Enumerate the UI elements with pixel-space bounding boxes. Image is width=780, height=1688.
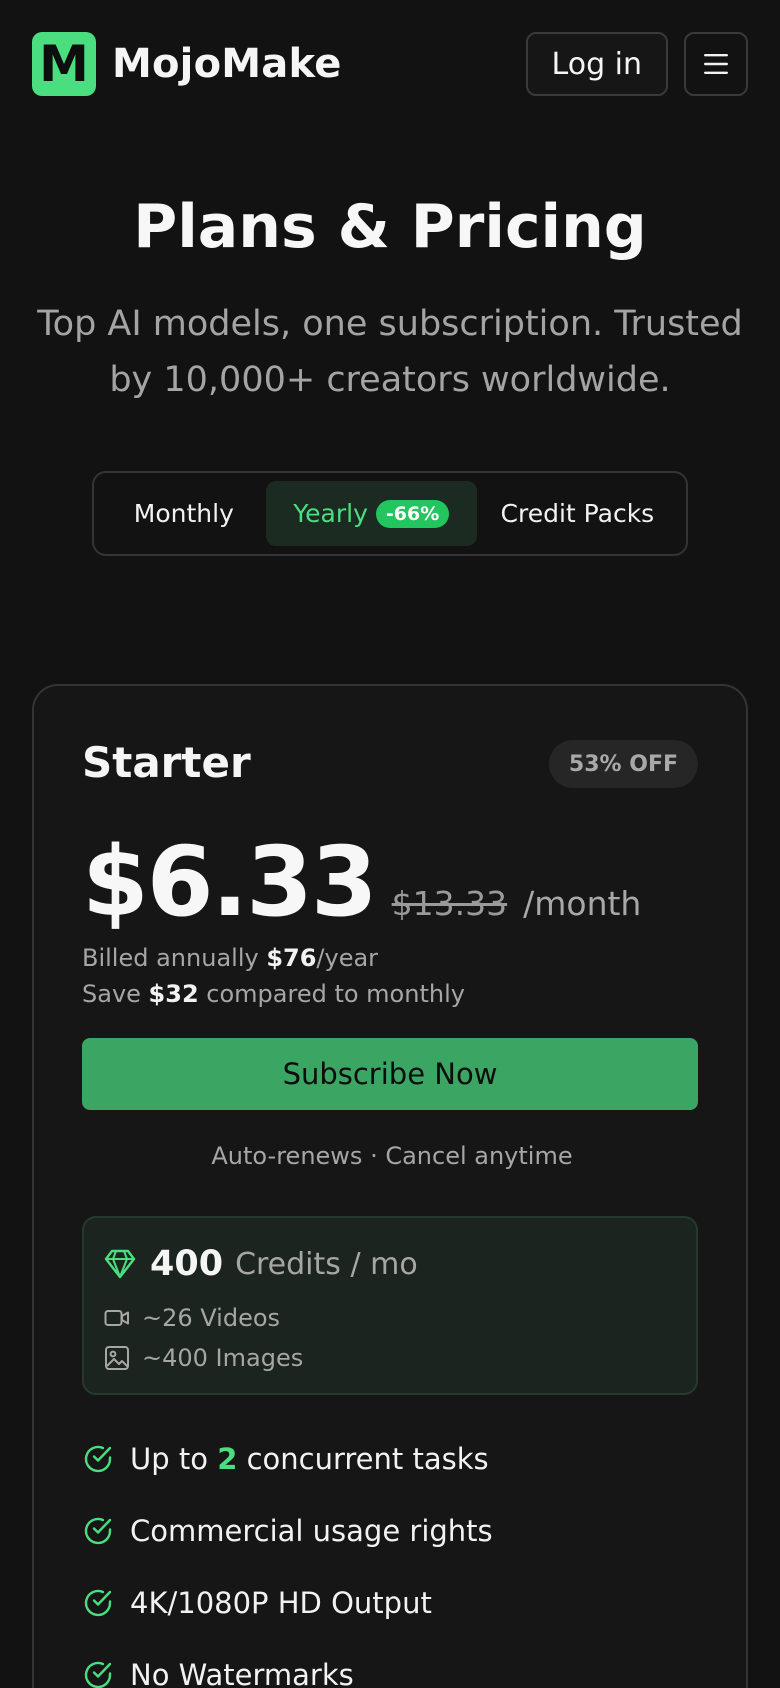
- billed-annually-line: Billed annually $76/year: [82, 940, 465, 976]
- savings-line: Save $32 compared to monthly: [82, 976, 465, 1012]
- discount-badge: 53% OFF: [548, 740, 698, 788]
- check-circle-icon: [84, 1445, 112, 1473]
- images-line: ~400 Images: [104, 1344, 303, 1372]
- credits-box: 400 Credits / mo ~26 Videos ~400 Images: [82, 1216, 698, 1395]
- toggle-yearly-label: Yearly: [293, 499, 368, 528]
- price: $6.33: [82, 826, 378, 938]
- login-button[interactable]: Log in: [525, 32, 668, 96]
- billed-suffix: /year: [316, 944, 379, 972]
- page-title: Plans & Pricing: [133, 192, 647, 262]
- feature-item: 4K/1080P HD Output: [82, 1586, 432, 1620]
- top-header: M MojoMake Log in: [32, 32, 748, 96]
- save-amount: $32: [148, 980, 199, 1008]
- feature-item: Commercial usage rights: [82, 1514, 493, 1548]
- billing-info: Billed annually $76/year Save $32 compar…: [82, 940, 465, 1012]
- credits-summary: 400 Credits / mo: [104, 1244, 418, 1284]
- plan-card-starter: Starter 53% OFF $6.33 $13.33 /month Bill…: [32, 684, 748, 1688]
- original-price: $13.33: [391, 884, 508, 923]
- price-row: $6.33 $13.33 /month: [82, 826, 641, 938]
- pricing-page: M MojoMake Log in Plans & Pricing Top AI…: [0, 0, 780, 1688]
- diamond-icon: [104, 1249, 136, 1279]
- subscribe-button[interactable]: Subscribe Now: [82, 1038, 698, 1110]
- image-icon: [105, 1346, 129, 1370]
- hamburger-menu-icon: [704, 54, 728, 74]
- videos-count: ~26 Videos: [142, 1304, 281, 1332]
- check-circle-icon: [84, 1517, 112, 1545]
- toggle-credit-packs[interactable]: Credit Packs: [477, 481, 678, 546]
- logo-letter: M: [39, 35, 89, 93]
- brand-name: MojoMake: [112, 41, 342, 87]
- feature-highlight: 2: [217, 1442, 238, 1476]
- videos-line: ~26 Videos: [104, 1304, 280, 1332]
- images-count: ~400 Images: [142, 1344, 304, 1372]
- feature-text: 4K/1080P HD Output: [130, 1586, 432, 1620]
- save-prefix: Save: [82, 980, 149, 1008]
- feature-item: Up to 2 concurrent tasks: [82, 1442, 489, 1476]
- feature-text: No Watermarks: [130, 1658, 354, 1688]
- credits-unit: Credits / mo: [235, 1246, 418, 1282]
- feature-prefix: Up to: [130, 1442, 218, 1476]
- logo[interactable]: M: [32, 32, 96, 96]
- yearly-discount-badge: -66%: [375, 499, 450, 528]
- feature-item: No Watermarks: [82, 1658, 354, 1688]
- toggle-yearly[interactable]: Yearly -66%: [265, 481, 477, 546]
- save-suffix: compared to monthly: [198, 980, 465, 1008]
- plan-name: Starter: [82, 738, 251, 787]
- check-circle-icon: [84, 1661, 112, 1688]
- billed-amount: $76: [266, 944, 317, 972]
- billing-toggle: Monthly Yearly -66% Credit Packs: [92, 471, 688, 556]
- feature-text: Commercial usage rights: [130, 1514, 493, 1548]
- menu-button[interactable]: [684, 32, 748, 96]
- credits-amount: 400: [150, 1244, 224, 1284]
- feature-text: Up to 2 concurrent tasks: [130, 1442, 489, 1476]
- page-subtitle: Top AI models, one subscription. Trusted…: [37, 304, 743, 400]
- header-actions: Log in: [525, 32, 748, 96]
- price-period: /month: [523, 884, 642, 923]
- video-camera-icon: [104, 1310, 129, 1326]
- renew-note: Auto-renews · Cancel anytime: [211, 1142, 573, 1170]
- feature-suffix: concurrent tasks: [237, 1442, 489, 1476]
- billed-prefix: Billed annually: [82, 944, 267, 972]
- toggle-monthly[interactable]: Monthly: [102, 481, 266, 546]
- check-circle-icon: [84, 1589, 112, 1617]
